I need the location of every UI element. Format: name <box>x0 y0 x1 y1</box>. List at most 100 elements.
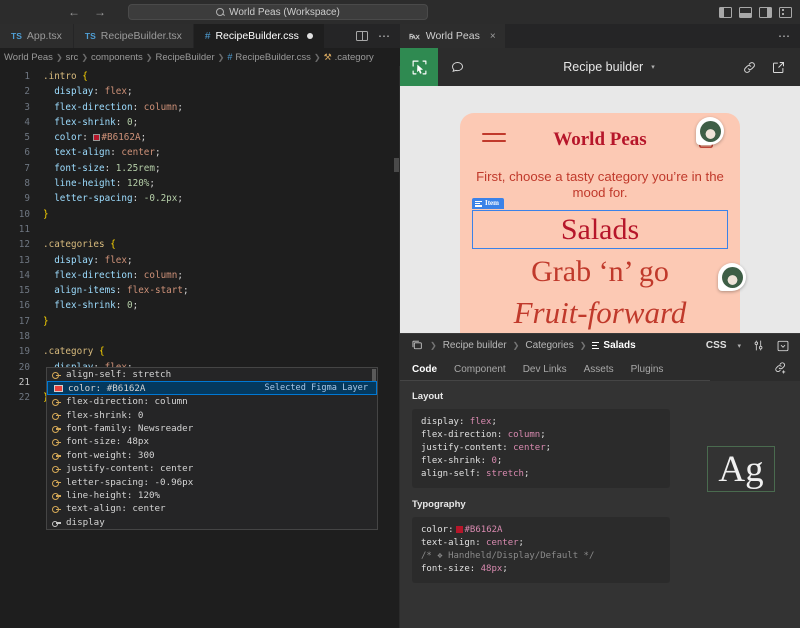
suggest-item[interactable]: line-height: 120% <box>47 489 377 502</box>
close-icon[interactable]: × <box>490 31 496 42</box>
tab-assets[interactable]: Assets <box>584 364 614 375</box>
toggle-secondary-sidebar-icon[interactable] <box>759 7 772 18</box>
code-line: 7 font-size: 1.25rem; <box>0 161 400 176</box>
category-grab-n-go[interactable]: Grab ‘n’ go <box>460 253 740 291</box>
inspector-crumb-actions: CSS ▾ <box>706 339 790 353</box>
hamburger-menu-icon[interactable] <box>482 133 506 147</box>
css-line: justify-content: center; <box>421 442 661 455</box>
intro-text: First, choose a tasty category you’re in… <box>460 169 740 201</box>
editor-tab-recipebuilder-css[interactable]: # RecipeBuilder.css <box>194 24 325 48</box>
inspector-breadcrumb: ❯ Recipe builder ❯ Categories ❯ Salads C… <box>400 333 800 357</box>
suggest-item[interactable]: flex-direction: column <box>47 395 377 408</box>
customize-layout-icon[interactable] <box>779 7 792 18</box>
comment-bubble-icon <box>450 60 465 75</box>
breadcrumb-item-0[interactable]: World Peas <box>4 52 53 63</box>
property-icon <box>52 411 61 420</box>
line-number: 2 <box>0 84 43 99</box>
suggest-item[interactable]: justify-content: center <box>47 462 377 475</box>
breadcrumb-item-1[interactable]: src <box>66 52 79 63</box>
suggest-item[interactable]: text-align: center <box>47 502 377 515</box>
forward-arrow-icon[interactable]: → <box>94 6 106 18</box>
suggest-item[interactable]: font-family: Newsreader <box>47 422 377 435</box>
editor-tab-label: App.tsx <box>27 30 62 42</box>
inspector-breadcrumb-item-2[interactable]: Salads <box>592 340 635 351</box>
split-editor-icon[interactable] <box>356 31 368 41</box>
editor-tab-app-tsx[interactable]: TS App.tsx <box>0 24 74 48</box>
suggest-label: flex-shrink: 0 <box>66 410 143 421</box>
suggest-item[interactable]: display <box>47 516 377 529</box>
color-swatch <box>93 134 100 141</box>
figma-canvas[interactable]: World Peas First, choose a tasty categor… <box>400 86 800 333</box>
more-actions-icon[interactable]: ⋯ <box>778 33 800 39</box>
mobile-frame[interactable]: World Peas First, choose a tasty categor… <box>460 113 740 333</box>
figma-tab-label: World Peas <box>426 30 480 42</box>
figma-file-title-group[interactable]: Recipe builder ▾ <box>476 60 742 74</box>
typography-code-block[interactable]: color:#B6162A text-align: center; /* ❖ H… <box>412 517 670 583</box>
font-specimen-text: Ag <box>718 451 763 488</box>
breadcrumb-item-5[interactable]: .category <box>335 52 374 63</box>
inspector-tab-actions <box>773 360 788 378</box>
breadcrumb-item-4[interactable]: RecipeBuilder.css <box>235 52 311 63</box>
link-icon[interactable] <box>742 60 757 75</box>
workspace-title: World Peas (Workspace) <box>229 7 340 18</box>
more-actions-icon[interactable]: ⋯ <box>378 33 391 39</box>
selected-layer-box[interactable]: Item Salads <box>472 210 728 249</box>
comment-button[interactable] <box>438 48 476 86</box>
line-number: 22 <box>0 390 43 405</box>
suggest-scrollbar-thumb[interactable] <box>372 369 376 381</box>
css-line: flex-shrink: 0; <box>421 455 661 468</box>
breadcrumb-sep: ❯ <box>314 53 321 62</box>
code-line: 5 color: #B6162A; <box>0 130 400 145</box>
tab-component[interactable]: Component <box>454 364 506 375</box>
line-text: align-items: flex-start; <box>43 283 189 298</box>
code-content[interactable]: 1.intro { 2 display: flex; 3 flex-direct… <box>0 66 400 628</box>
chevron-down-icon[interactable]: ▾ <box>737 342 741 350</box>
open-external-icon[interactable] <box>771 60 786 75</box>
tab-code[interactable]: Code <box>412 364 437 375</box>
sliders-icon[interactable] <box>752 339 765 352</box>
section-title-typography: Typography <box>412 499 670 510</box>
breadcrumb-sep: ❯ <box>81 53 88 62</box>
suggest-item[interactable]: letter-spacing: -0.96px <box>47 475 377 488</box>
suggest-item[interactable]: align-self: stretch <box>47 368 377 381</box>
code-line: 14 flex-direction: column; <box>0 268 400 283</box>
line-text: letter-spacing: -0.2px; <box>43 191 183 206</box>
search-icon <box>216 8 224 16</box>
css-line: flex-direction: column; <box>421 429 661 442</box>
breadcrumb-sep: ❯ <box>513 341 520 350</box>
inspector-breadcrumb-item-0[interactable]: Recipe builder <box>443 340 507 351</box>
breadcrumb-item-3[interactable]: RecipeBuilder <box>155 52 214 63</box>
inspector-breadcrumb-item-1[interactable]: Categories <box>525 340 573 351</box>
line-number: 13 <box>0 253 43 268</box>
category-fruit-forward[interactable]: Fruit-forward <box>460 294 740 333</box>
css-line: text-align: center; <box>421 537 661 550</box>
tab-dev-links[interactable]: Dev Links <box>523 364 567 375</box>
suggest-item[interactable]: font-size: 48px <box>47 435 377 448</box>
figma-tab-world-peas[interactable]: ℻ World Peas × <box>400 24 505 48</box>
breadcrumb-item-2[interactable]: components <box>91 52 143 63</box>
cursor-select-button[interactable] <box>400 48 438 86</box>
layers-icon[interactable] <box>410 339 424 352</box>
toggle-panel-icon[interactable] <box>739 7 752 18</box>
keyword-icon <box>52 518 61 527</box>
line-number: 6 <box>0 145 43 160</box>
layout-code-block[interactable]: display: flex; flex-direction: column; j… <box>412 409 670 488</box>
suggest-item[interactable]: flex-shrink: 0 <box>47 408 377 421</box>
suggest-label: font-family: Newsreader <box>66 423 193 434</box>
css-line: display: flex; <box>421 416 661 429</box>
back-arrow-icon[interactable]: ← <box>68 6 80 18</box>
suggest-item[interactable]: font-weight: 300 <box>47 449 377 462</box>
language-select-label[interactable]: CSS <box>706 340 727 351</box>
suggest-item-selected[interactable]: color: #B6162A Selected Figma Layer <box>47 381 377 395</box>
css-comment: /* ❖ Handheld/Display/Default */ <box>421 550 661 563</box>
link-add-icon[interactable] <box>773 360 788 375</box>
tab-plugins[interactable]: Plugins <box>631 364 664 375</box>
autocomplete-suggest-widget[interactable]: align-self: stretch color: #B6162A Selec… <box>46 367 378 530</box>
panel-icon[interactable] <box>776 339 790 353</box>
brand-title: World Peas <box>506 129 694 151</box>
toggle-primary-sidebar-icon[interactable] <box>719 7 732 18</box>
editor-tab-recipebuilder-tsx[interactable]: TS RecipeBuilder.tsx <box>74 24 194 48</box>
figma-panel: ℻ World Peas × ⋯ <box>400 24 800 628</box>
command-search-bar[interactable]: World Peas (Workspace) <box>128 4 428 20</box>
chevron-down-icon[interactable]: ▾ <box>651 63 655 71</box>
